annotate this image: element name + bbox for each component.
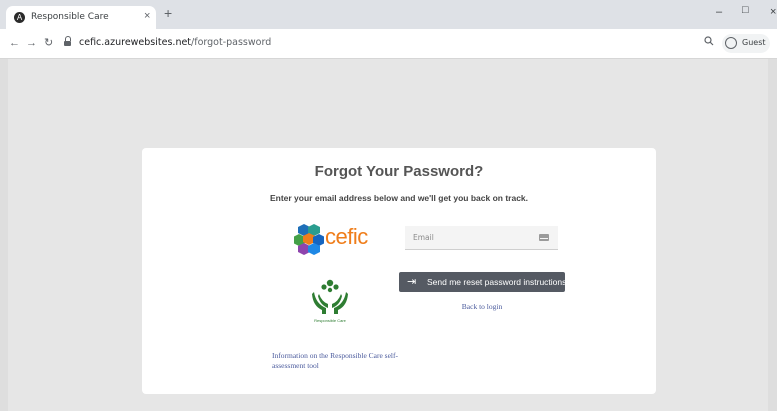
profile-icon	[725, 37, 737, 49]
url-path: /forgot-password	[191, 37, 272, 48]
send-reset-label: Send me reset password instructions	[427, 277, 565, 287]
send-reset-button[interactable]: ⇥ Send me reset password instructions	[399, 272, 565, 292]
forgot-password-card: Forgot Your Password? Enter your email a…	[142, 148, 656, 394]
profile-label: Guest	[742, 38, 766, 47]
browser-tab[interactable]: A Responsible Care ×	[6, 6, 156, 29]
email-placeholder: Email	[413, 233, 434, 242]
cefic-logo: cefic	[293, 222, 368, 258]
sign-in-arrow-icon: ⇥	[407, 276, 417, 288]
responsible-care-caption: Responsible Care	[314, 318, 346, 323]
close-window-icon[interactable]: ×	[770, 6, 776, 18]
responsible-care-logo: Responsible Care	[310, 278, 350, 324]
browser-tab-bar: A Responsible Care × + – □ ×	[0, 0, 777, 29]
maximize-icon[interactable]: □	[742, 4, 749, 16]
email-field[interactable]: Email	[405, 226, 558, 250]
lock-icon[interactable]	[64, 36, 71, 46]
tab-title: Responsible Care	[31, 12, 109, 22]
tab-close-icon[interactable]: ×	[144, 10, 150, 22]
url-domain: cefic.azurewebsites.net	[79, 37, 192, 48]
page-title: Forgot Your Password?	[314, 163, 484, 180]
mail-icon	[539, 234, 549, 241]
cefic-logo-text: cefic	[325, 224, 368, 249]
cefic-hexagon-icon	[293, 224, 325, 255]
forward-arrow-icon[interactable]: →	[26, 37, 37, 49]
back-to-login-link[interactable]: Back to login	[432, 302, 532, 311]
address-bar: ← → ↻ cefic.azurewebsites.net/forgot-pas…	[0, 29, 777, 59]
site-favicon-icon: A	[14, 12, 25, 23]
back-arrow-icon[interactable]: ←	[9, 37, 20, 49]
url-field[interactable]: cefic.azurewebsites.net/forgot-password	[79, 37, 271, 48]
new-tab-button[interactable]: +	[164, 6, 172, 20]
zoom-icon[interactable]	[704, 36, 714, 49]
responsible-care-hands-icon	[312, 279, 348, 314]
info-link[interactable]: Information on the Responsible Care self…	[272, 351, 412, 371]
reload-icon[interactable]: ↻	[44, 37, 53, 49]
page-subtitle: Enter your email address below and we'll…	[269, 193, 529, 203]
minimize-icon[interactable]: –	[716, 6, 722, 18]
profile-button[interactable]: Guest	[722, 34, 770, 53]
